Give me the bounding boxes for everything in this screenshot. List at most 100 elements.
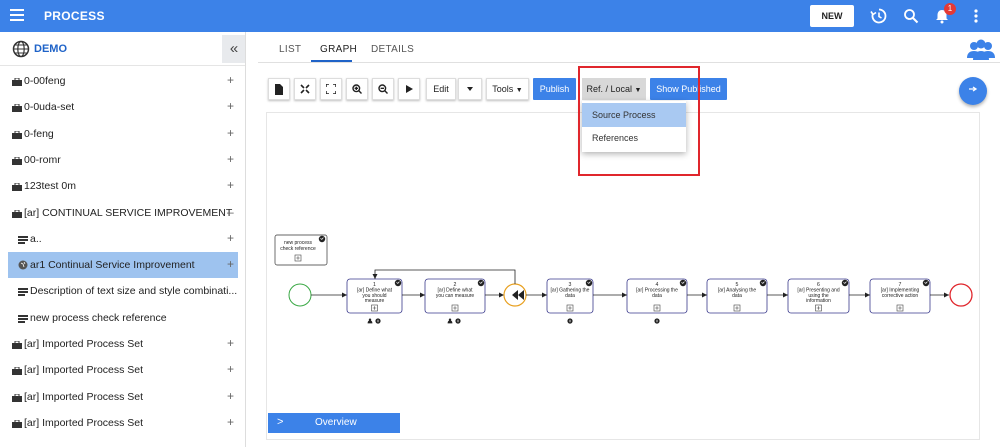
fit-button[interactable] — [294, 78, 316, 100]
arrow-right-icon — [969, 86, 978, 92]
sidebar-item[interactable]: 0-feng + — [0, 121, 245, 147]
list-icon — [18, 235, 28, 244]
zoom-out-button[interactable] — [372, 78, 394, 100]
arrowhead — [622, 292, 627, 298]
sidebar-item-label: ar1 Continual Service Improvement — [30, 259, 195, 272]
sidebar-item[interactable]: [ar] Imported Process Set + — [0, 357, 245, 383]
zoom-out-icon — [378, 84, 388, 94]
tab-graph[interactable]: GRAPH — [320, 44, 357, 55]
search-icon[interactable] — [902, 7, 920, 25]
sidebar-item[interactable]: a.. + — [0, 226, 245, 252]
task-label: you can measure — [436, 293, 475, 299]
briefcase-icon — [12, 77, 22, 86]
tools-menu-button[interactable]: Tools ▼ — [486, 78, 529, 100]
annotation-text: check reference — [280, 246, 316, 252]
collapse-sidebar-button[interactable]: « — [222, 35, 245, 63]
tab-list[interactable]: LIST — [279, 44, 301, 55]
sidebar-item[interactable]: [ar] CONTINUAL SERVICE IMPROVEMENT – — [0, 200, 245, 226]
edit-button[interactable]: Edit — [426, 78, 456, 100]
globe-icon — [18, 260, 28, 270]
expand-icon[interactable]: + — [227, 126, 234, 140]
expand-icon[interactable]: + — [227, 231, 234, 245]
arrowhead — [499, 292, 504, 298]
sidebar-item-label: 00-romr — [24, 153, 61, 166]
briefcase-icon — [12, 340, 22, 349]
expand-icon[interactable]: + — [227, 257, 234, 271]
caret-down-icon: ▼ — [515, 87, 523, 94]
new-document-button[interactable] — [268, 78, 290, 100]
history-icon[interactable] — [870, 7, 888, 25]
expand-icon[interactable]: + — [227, 99, 234, 113]
zoom-in-icon — [352, 84, 362, 94]
arrowhead — [702, 292, 707, 298]
task-label: data — [732, 293, 742, 299]
arrowhead — [783, 292, 788, 298]
sidebar-item-label: Description of text size and style combi… — [30, 285, 238, 298]
edit-dropdown-toggle[interactable] — [458, 78, 482, 100]
info-icon-mark — [377, 319, 379, 323]
expand-icon[interactable]: + — [227, 415, 234, 429]
sidebar-item[interactable]: 0-0uda-set + — [0, 94, 245, 120]
sidebar-item[interactable]: [ar] Imported Process Set + — [0, 384, 245, 410]
sidebar-item[interactable]: 123test 0m + — [0, 173, 245, 199]
arrowhead — [372, 274, 378, 279]
info-icon-mark — [569, 319, 571, 323]
expand-icon — [325, 83, 337, 95]
publish-button[interactable]: Publish — [533, 78, 576, 100]
expand-icon[interactable]: + — [227, 389, 234, 403]
sidebar-item[interactable]: 00-romr + — [0, 147, 245, 173]
task-label: data — [565, 293, 575, 299]
users-icon[interactable] — [966, 38, 996, 62]
sidebar-item-label: 0-00feng — [24, 75, 66, 87]
briefcase-icon — [12, 130, 22, 139]
briefcase-icon — [12, 182, 22, 192]
sidebar-item-label: a.. — [30, 232, 42, 245]
tab-details[interactable]: DETAILS — [371, 44, 414, 55]
sidebar-item[interactable]: [ar] Imported Process Set + — [0, 410, 245, 436]
chevron-right-icon: > — [277, 416, 284, 428]
expand-icon[interactable]: + — [227, 73, 234, 87]
briefcase-icon — [12, 419, 22, 428]
briefcase-icon — [12, 103, 22, 113]
person-icon-body — [367, 320, 373, 324]
zoom-in-button[interactable] — [346, 78, 368, 100]
sidebar-item-label: [ar] Imported Process Set — [24, 364, 144, 377]
sidebar-item[interactable]: Description of text size and style combi… — [0, 278, 245, 304]
overview-panel-toggle[interactable]: > Overview — [268, 413, 400, 433]
expand-icon[interactable]: + — [227, 336, 234, 350]
tabs-divider — [258, 62, 1000, 63]
app-title: PROCESS — [44, 9, 105, 23]
briefcase-icon — [12, 366, 22, 376]
sidebar-item[interactable]: new process check reference — [0, 305, 245, 331]
person-icon-body — [447, 320, 453, 324]
expand-icon[interactable]: + — [227, 362, 234, 376]
start-event[interactable] — [288, 283, 312, 307]
more-vert-icon[interactable] — [967, 7, 985, 25]
collapse-panel-fab[interactable] — [959, 77, 987, 105]
new-button[interactable]: NEW — [810, 5, 854, 27]
sidebar-item[interactable]: ar1 Continual Service Improvement + — [0, 252, 245, 279]
workspace-name[interactable]: DEMO — [34, 43, 67, 55]
collapse-icon[interactable]: – — [227, 205, 234, 219]
top-app-bar: PROCESS NEW 1 — [0, 0, 1000, 32]
sidebar-item-label: new process check reference — [30, 311, 167, 324]
highlight-box — [578, 66, 700, 176]
expand-icon[interactable]: + — [227, 152, 234, 166]
notification-badge: 1 — [944, 3, 956, 15]
sidebar: DEMO « 0-00feng +0-0uda-set +0-feng +00-rom… — [0, 32, 246, 447]
fullscreen-button[interactable] — [320, 78, 342, 100]
sidebar-item[interactable]: 0-00feng + — [0, 68, 245, 94]
play-icon — [406, 85, 413, 93]
sidebar-header: DEMO « — [0, 32, 245, 66]
sidebar-item-label: 0-0uda-set — [24, 101, 75, 114]
sidebar-item[interactable]: [ar] Imported Process Set + — [0, 331, 245, 357]
sidebar-item-label: 123test 0m — [24, 180, 76, 193]
briefcase-icon — [12, 393, 22, 402]
task-label: measure — [365, 298, 385, 304]
play-button[interactable] — [398, 78, 420, 100]
expand-icon[interactable]: + — [227, 178, 234, 192]
menu-icon[interactable] — [10, 9, 24, 21]
globe-icon — [12, 40, 30, 58]
end-event[interactable] — [949, 283, 973, 307]
caret-down-icon — [467, 87, 473, 91]
